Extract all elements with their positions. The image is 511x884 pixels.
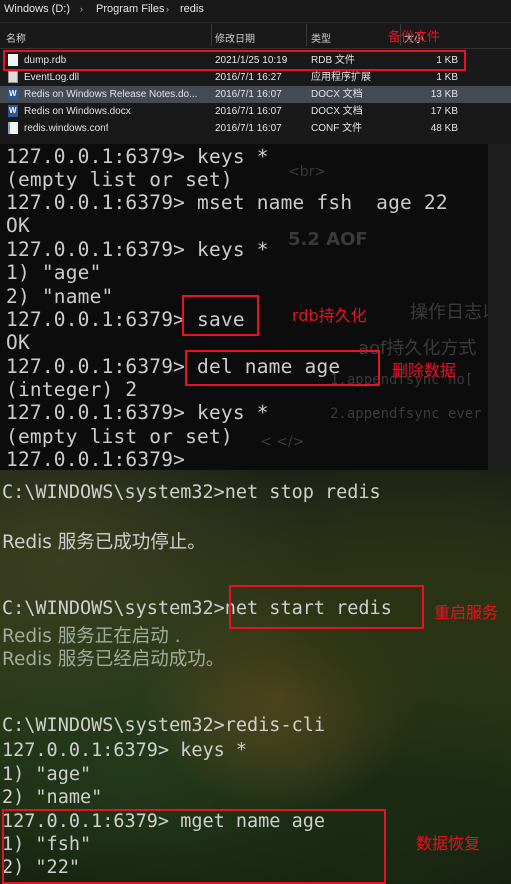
chevron-right-icon: › xyxy=(166,4,169,14)
file-name: Redis on Windows Release Notes.do... xyxy=(24,89,198,100)
terminal-line: 2) "name" xyxy=(6,285,114,308)
highlight-box-del xyxy=(185,350,380,386)
highlight-box-save xyxy=(182,295,259,336)
terminal-line: 127.0.0.1:6379> keys * xyxy=(6,401,269,424)
file-name: redis.windows.conf xyxy=(24,123,109,134)
annotation-delete: 删除数据 xyxy=(392,361,457,380)
column-modified[interactable]: 修改日期 xyxy=(215,30,255,45)
file-modified: 2016/7/1 16:07 xyxy=(215,123,282,134)
conf-file-icon xyxy=(8,122,18,134)
annotation-rdb: rdb持久化 xyxy=(292,306,367,325)
terminal-line: 127.0.0.1:6379> keys * xyxy=(6,238,269,261)
annotation-restart: 重启服务 xyxy=(434,603,499,622)
terminal-line: 127.0.0.1:6379> keys * xyxy=(2,740,248,761)
file-size: 1 KB xyxy=(436,72,458,83)
address-breadcrumb[interactable]: Windows (D:) › Program Files › redis xyxy=(0,0,511,23)
breadcrumb-item-program-files[interactable]: Program Files xyxy=(96,2,164,16)
file-row-redis-docx[interactable]: Redis on Windows.docx 2016/7/1 16:07 DOC… xyxy=(0,102,511,120)
annotation-restore: 数据恢复 xyxy=(416,834,481,853)
breadcrumb-item-redis[interactable]: redis xyxy=(180,2,204,16)
terminal-line: 2) "name" xyxy=(2,787,103,808)
file-row-release-notes[interactable]: Redis on Windows Release Notes.do... 201… xyxy=(0,85,511,103)
file-name: Redis on Windows.docx xyxy=(24,106,131,117)
highlight-box-net-start xyxy=(229,585,424,629)
highlight-box-dump-rdb xyxy=(3,50,466,71)
file-modified: 2016/7/1 16:07 xyxy=(215,106,282,117)
file-type: CONF 文件 xyxy=(311,123,363,134)
breadcrumb-item-drive[interactable]: Windows (D:) xyxy=(4,2,70,16)
terminal-line: 1) "age" xyxy=(2,764,92,785)
terminal-line: Redis 服务已成功停止。 xyxy=(2,532,206,553)
terminal-line: 127.0.0.1:6379> xyxy=(6,448,186,470)
ghost-text: 2.appendfsync ever xyxy=(330,406,482,422)
file-type: DOCX 文档 xyxy=(311,89,363,100)
file-size: 17 KB xyxy=(430,106,458,117)
column-divider[interactable] xyxy=(211,24,212,46)
dll-icon xyxy=(8,71,18,83)
column-type[interactable]: 类型 xyxy=(311,30,331,45)
file-row-eventlog[interactable]: EventLog.dll 2016/7/1 16:27 应用程序扩展 1 KB xyxy=(0,69,511,86)
file-modified: 2016/7/1 16:07 xyxy=(215,89,282,100)
file-explorer-window: Windows (D:) › Program Files › redis 名称 … xyxy=(0,0,511,144)
terminal-line: 127.0.0.1:6379> mset name fsh age 22 xyxy=(6,191,448,214)
terminal-line: (integer) 2 xyxy=(6,378,138,401)
file-size: 48 KB xyxy=(430,123,458,134)
terminal-line: (empty list or set) xyxy=(6,168,233,191)
word-doc-icon xyxy=(8,102,18,119)
window-edge xyxy=(488,144,511,470)
terminal-line: Redis 服务已经启动成功。 xyxy=(2,649,225,670)
terminal-line: OK xyxy=(6,214,30,237)
terminal-line: OK xyxy=(6,331,30,354)
file-type: DOCX 文档 xyxy=(311,106,363,117)
terminal-line: C:\WINDOWS\system32>net stop redis xyxy=(2,482,381,503)
column-name[interactable]: 名称 xyxy=(6,30,26,45)
terminal-line: 1) "age" xyxy=(6,261,102,284)
file-size: 13 KB xyxy=(430,89,458,100)
terminal-line: 127.0.0.1:6379> keys * xyxy=(6,145,269,168)
column-divider[interactable] xyxy=(306,24,307,46)
chevron-right-icon: › xyxy=(80,4,83,14)
file-modified: 2016/7/1 16:27 xyxy=(215,72,282,83)
file-name: EventLog.dll xyxy=(24,72,80,83)
ghost-text: 5.2 AOF xyxy=(288,229,368,250)
word-doc-icon xyxy=(8,85,18,102)
file-type: 应用程序扩展 xyxy=(311,72,371,83)
terminal-line: C:\WINDOWS\system32>redis-cli xyxy=(2,715,326,736)
ghost-text: < </> xyxy=(260,434,305,450)
annotation-backup: 备份文件 xyxy=(388,30,441,45)
highlight-box-mget xyxy=(2,809,386,884)
ghost-text: 操作日志以文件 xyxy=(410,302,488,323)
file-row-redis-conf[interactable]: redis.windows.conf 2016/7/1 16:07 CONF 文… xyxy=(0,120,511,137)
terminal-line: (empty list or set) xyxy=(6,425,233,448)
ghost-text: <br> xyxy=(288,164,327,180)
